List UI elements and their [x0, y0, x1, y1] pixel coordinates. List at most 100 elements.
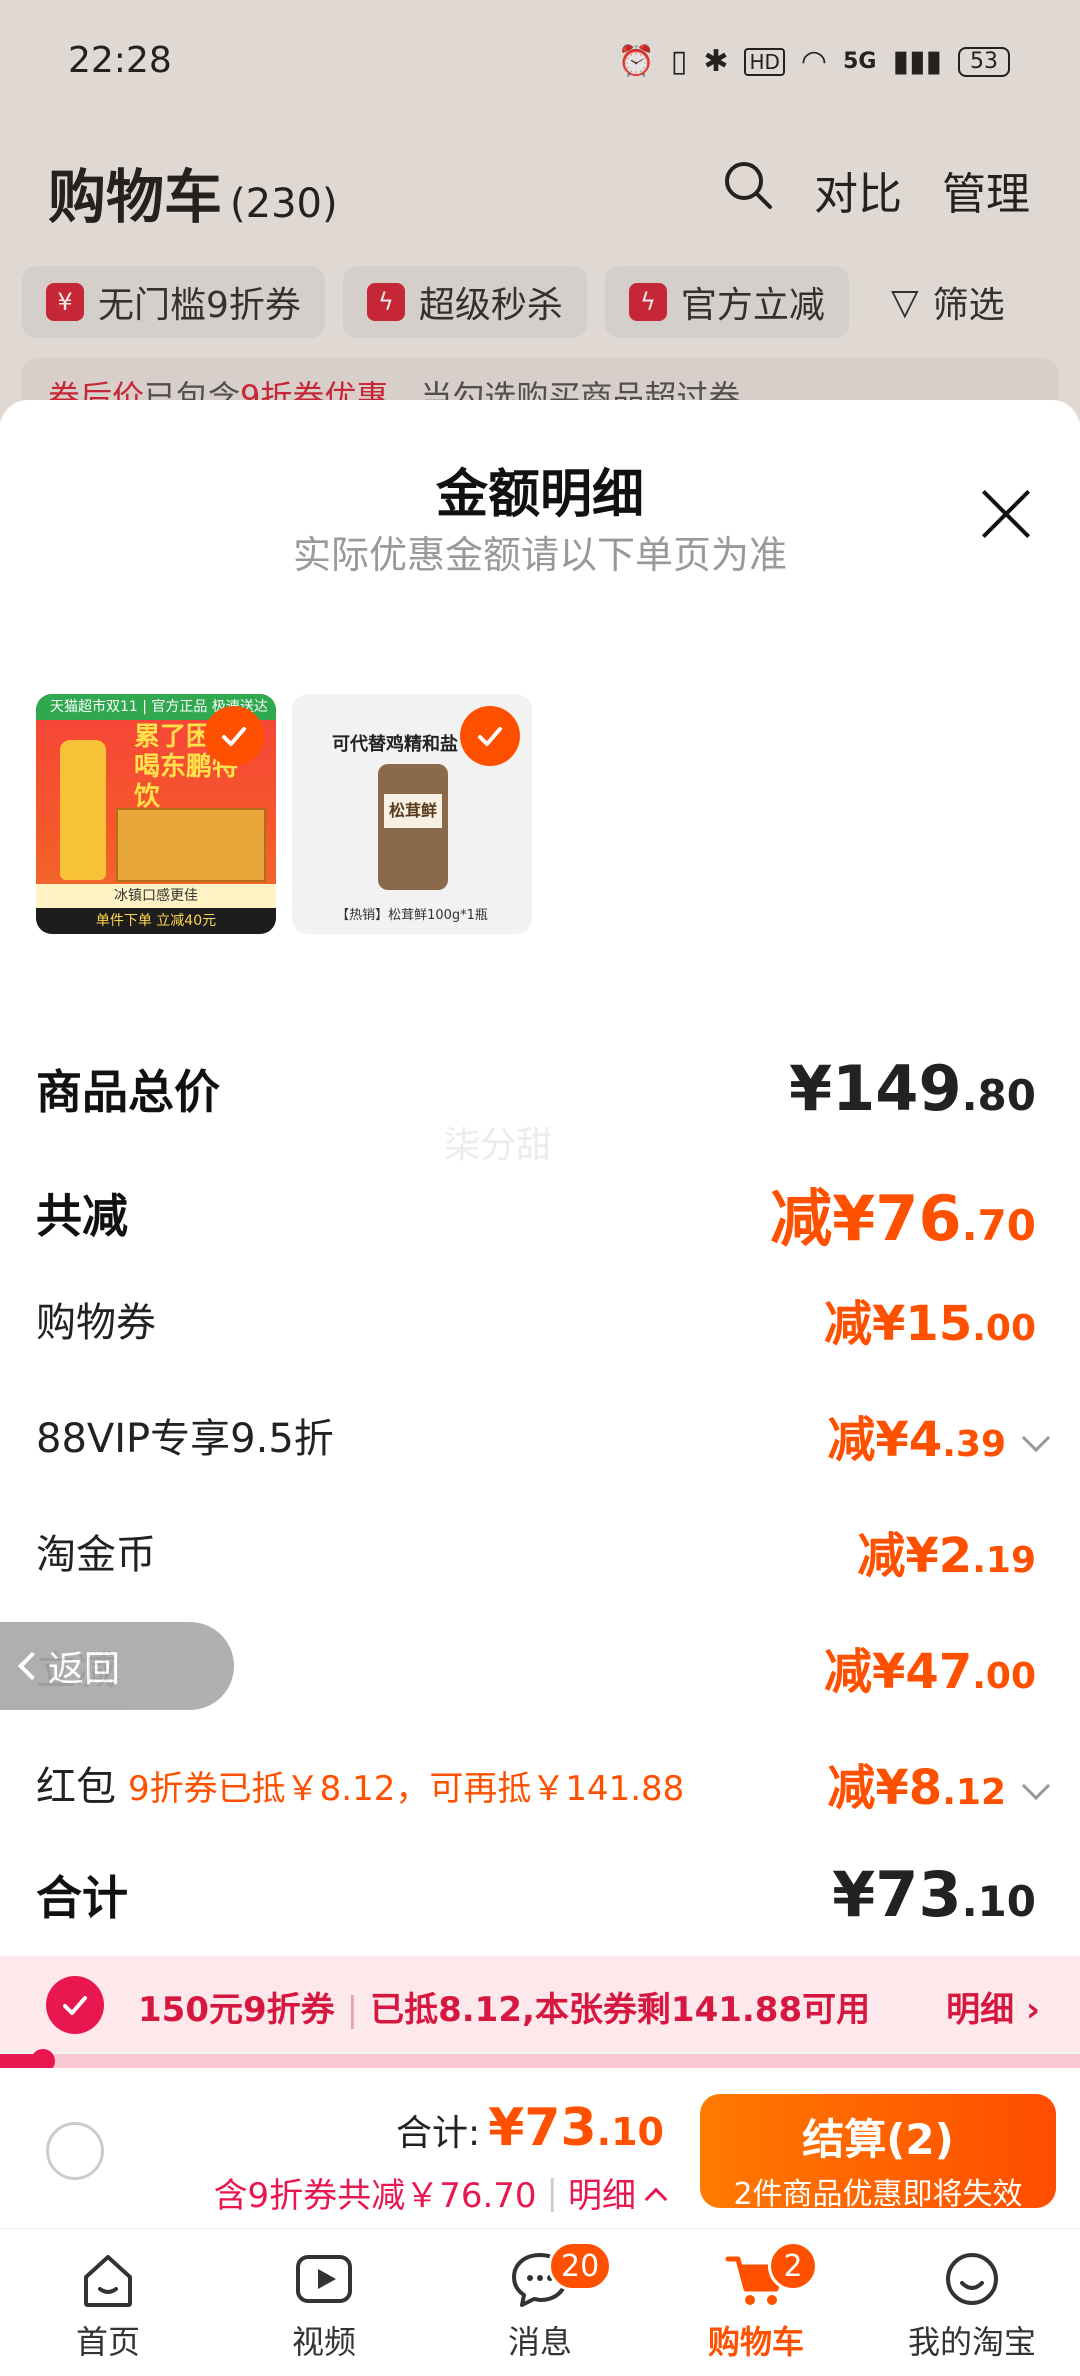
product-headline: 可代替鸡精和盐 — [332, 734, 458, 755]
row-value: 减¥2.19 — [857, 1516, 1036, 1586]
select-all-radio[interactable] — [46, 2122, 104, 2180]
total-label: 合计: — [395, 2113, 481, 2154]
row-value: 减¥15.00 — [824, 1284, 1036, 1354]
divider: | — [546, 2172, 558, 2213]
unread-badge: 20 — [548, 2241, 613, 2291]
jar-label: 松茸鲜 — [384, 794, 442, 828]
row-label: 红包 — [36, 1764, 116, 1810]
value-dec: .19 — [972, 1540, 1036, 1581]
home-icon — [84, 2255, 132, 2307]
checkout-bar: 合计: ¥73.10 含9折券共减￥76.70 | 明细 结算(2) 2件商品优… — [0, 2068, 1080, 2228]
tab-label: 我的淘宝 — [907, 2323, 1036, 2361]
row-grand-total: 合计 ¥73.10 — [36, 1858, 1036, 1931]
tab-label: 消息 — [507, 2323, 572, 2361]
overlay-dim[interactable] — [0, 0, 1080, 420]
product-promo: 单件下单 立减40元 — [36, 908, 276, 934]
value-dec: .10 — [961, 1877, 1036, 1926]
cart-badge: 2 — [768, 2241, 818, 2291]
total-summary: 合计: ¥73.10 — [396, 2098, 664, 2158]
tab-label: 首页 — [75, 2323, 140, 2361]
product-thumbnail[interactable]: 可代替鸡精和盐 松茸鲜 【热销】松茸鲜100g*1瓶 — [292, 694, 532, 934]
sheet-title: 金额明细 — [435, 465, 644, 525]
row-label: 合计 — [36, 1870, 128, 1925]
chevron-up-icon — [644, 2187, 668, 2210]
row-label-group: 红包 9折券已抵￥8.12，可再抵￥141.88 — [36, 1754, 684, 1812]
product-caption: 【热销】松茸鲜100g*1瓶 — [336, 908, 488, 923]
value-dec: .70 — [961, 1201, 1036, 1250]
tab-label: 购物车 — [707, 2323, 804, 2361]
row-value: ¥73.10 — [832, 1858, 1036, 1931]
chevron-left-icon — [17, 1651, 47, 1681]
row-label: 淘金币 — [36, 1532, 156, 1578]
checked-icon[interactable] — [204, 706, 264, 766]
divider: | — [346, 1990, 359, 2030]
row-value: 减¥4.39 — [827, 1400, 1051, 1470]
tab-label: 视频 — [291, 2323, 356, 2361]
cart-page-background: 22:28 ⏰ ▯ ✱ HD ◠ 5G ▮▮▮ 53 购物车 (230) 对比 管… — [0, 0, 1080, 420]
row-goods-total: 商品总价 ¥149.80 — [36, 1052, 1036, 1125]
tab-cart[interactable]: 购物车 2 — [648, 2229, 864, 2376]
row-label: 共减 — [36, 1189, 128, 1243]
box-image — [116, 808, 266, 882]
detail-toggle[interactable]: 明细 — [568, 2168, 636, 2217]
row-total-discount: 共减 减¥76.70 — [36, 1168, 1036, 1258]
checked-icon[interactable] — [460, 706, 520, 766]
value-dec: .12 — [942, 1772, 1006, 1813]
row-value: 减¥76.70 — [770, 1168, 1036, 1258]
bottom-tab-bar: 首页 视频 消息 20 购物车 2 我的淘宝 — [0, 2228, 1080, 2376]
row-value: ¥149.80 — [789, 1052, 1036, 1125]
value-int: 减¥76 — [770, 1182, 962, 1255]
tab-my-taobao[interactable]: 我的淘宝 — [864, 2229, 1080, 2376]
redpack-note: 9折券已抵￥8.12，可再抵￥141.88 — [128, 1769, 685, 1809]
discount-text: 含9折券共减￥76.70 — [213, 2176, 537, 2216]
row-vip[interactable]: 88VIP专享9.5折 减¥4.39 — [36, 1400, 1051, 1470]
value-int: 减¥15 — [824, 1296, 973, 1352]
value-int: 减¥8 — [827, 1760, 943, 1816]
row-redpack[interactable]: 红包 9折券已抵￥8.12，可再抵￥141.88 减¥8.12 — [36, 1748, 1051, 1818]
back-button[interactable]: 返回 — [0, 1622, 234, 1710]
discount-summary[interactable]: 含9折券共减￥76.70 | 明细 — [213, 2168, 668, 2217]
product-tag: 冰镇口感更佳 — [36, 884, 276, 908]
row-label: 商品总价 — [36, 1064, 220, 1119]
row-label: 88VIP专享9.5折 — [36, 1416, 334, 1462]
row-value: 减¥47.00 — [824, 1632, 1036, 1702]
tab-messages[interactable]: 消息 20 — [432, 2229, 648, 2376]
checked-icon[interactable] — [46, 1976, 104, 2034]
row-value: 减¥8.12 — [827, 1748, 1051, 1818]
coupon-bar[interactable]: 150元9折券 | 已抵8.12,本张券剩141.88可用 明细 › — [0, 1956, 1080, 2052]
back-label: 返回 — [48, 1649, 121, 1690]
total-amount: ¥73.10 — [488, 2098, 664, 2158]
value-dec: .39 — [942, 1424, 1006, 1465]
chevron-down-icon[interactable] — [1021, 1771, 1051, 1801]
value-int: 减¥47 — [824, 1644, 973, 1700]
row-label: 购物券 — [36, 1300, 156, 1346]
profile-icon — [946, 2253, 998, 2305]
sheet-subtitle: 实际优惠金额请以下单页为准 — [292, 533, 787, 577]
total-dec: .10 — [596, 2110, 664, 2154]
value-dec: .80 — [961, 1071, 1036, 1120]
coupon-text: 150元9折券 | 已抵8.12,本张券剩141.88可用 — [138, 1982, 870, 2031]
value-int: 减¥2 — [857, 1528, 973, 1584]
value-int: ¥73 — [832, 1858, 962, 1931]
row-coupon: 购物券 减¥15.00 — [36, 1284, 1036, 1354]
video-icon — [296, 2255, 352, 2303]
checkout-label: 结算(2) — [802, 2115, 954, 2164]
row-taojinbi: 淘金币 减¥2.19 — [36, 1516, 1036, 1586]
tab-video[interactable]: 视频 — [216, 2229, 432, 2376]
checkout-button[interactable]: 结算(2) 2件商品优惠即将失效 — [700, 2094, 1056, 2212]
coupon-progress-bar — [0, 2049, 1080, 2073]
chevron-down-icon[interactable] — [1021, 1423, 1051, 1453]
coupon-usage: 已抵8.12,本张券剩141.88可用 — [370, 1990, 871, 2030]
value-dec: .00 — [972, 1656, 1036, 1697]
value-dec: .00 — [972, 1308, 1036, 1349]
bottle-image — [60, 740, 106, 880]
close-icon[interactable] — [978, 486, 1034, 542]
tab-home[interactable]: 首页 — [0, 2229, 216, 2376]
coupon-detail-link[interactable]: 明细 › — [946, 1982, 1040, 2031]
value-int: 减¥4 — [827, 1412, 943, 1468]
coupon-name: 150元9折券 — [138, 1990, 335, 2030]
product-thumbnail[interactable]: 天猫超市双11 | 官方正品 极速送达 累了困了 喝东鹏特饮 冰镇口感更佳 单件… — [36, 694, 276, 934]
total-int: ¥73 — [488, 2098, 597, 2158]
checkout-sub: 2件商品优惠即将失效 — [733, 2177, 1023, 2212]
value-int: ¥149 — [789, 1052, 962, 1125]
